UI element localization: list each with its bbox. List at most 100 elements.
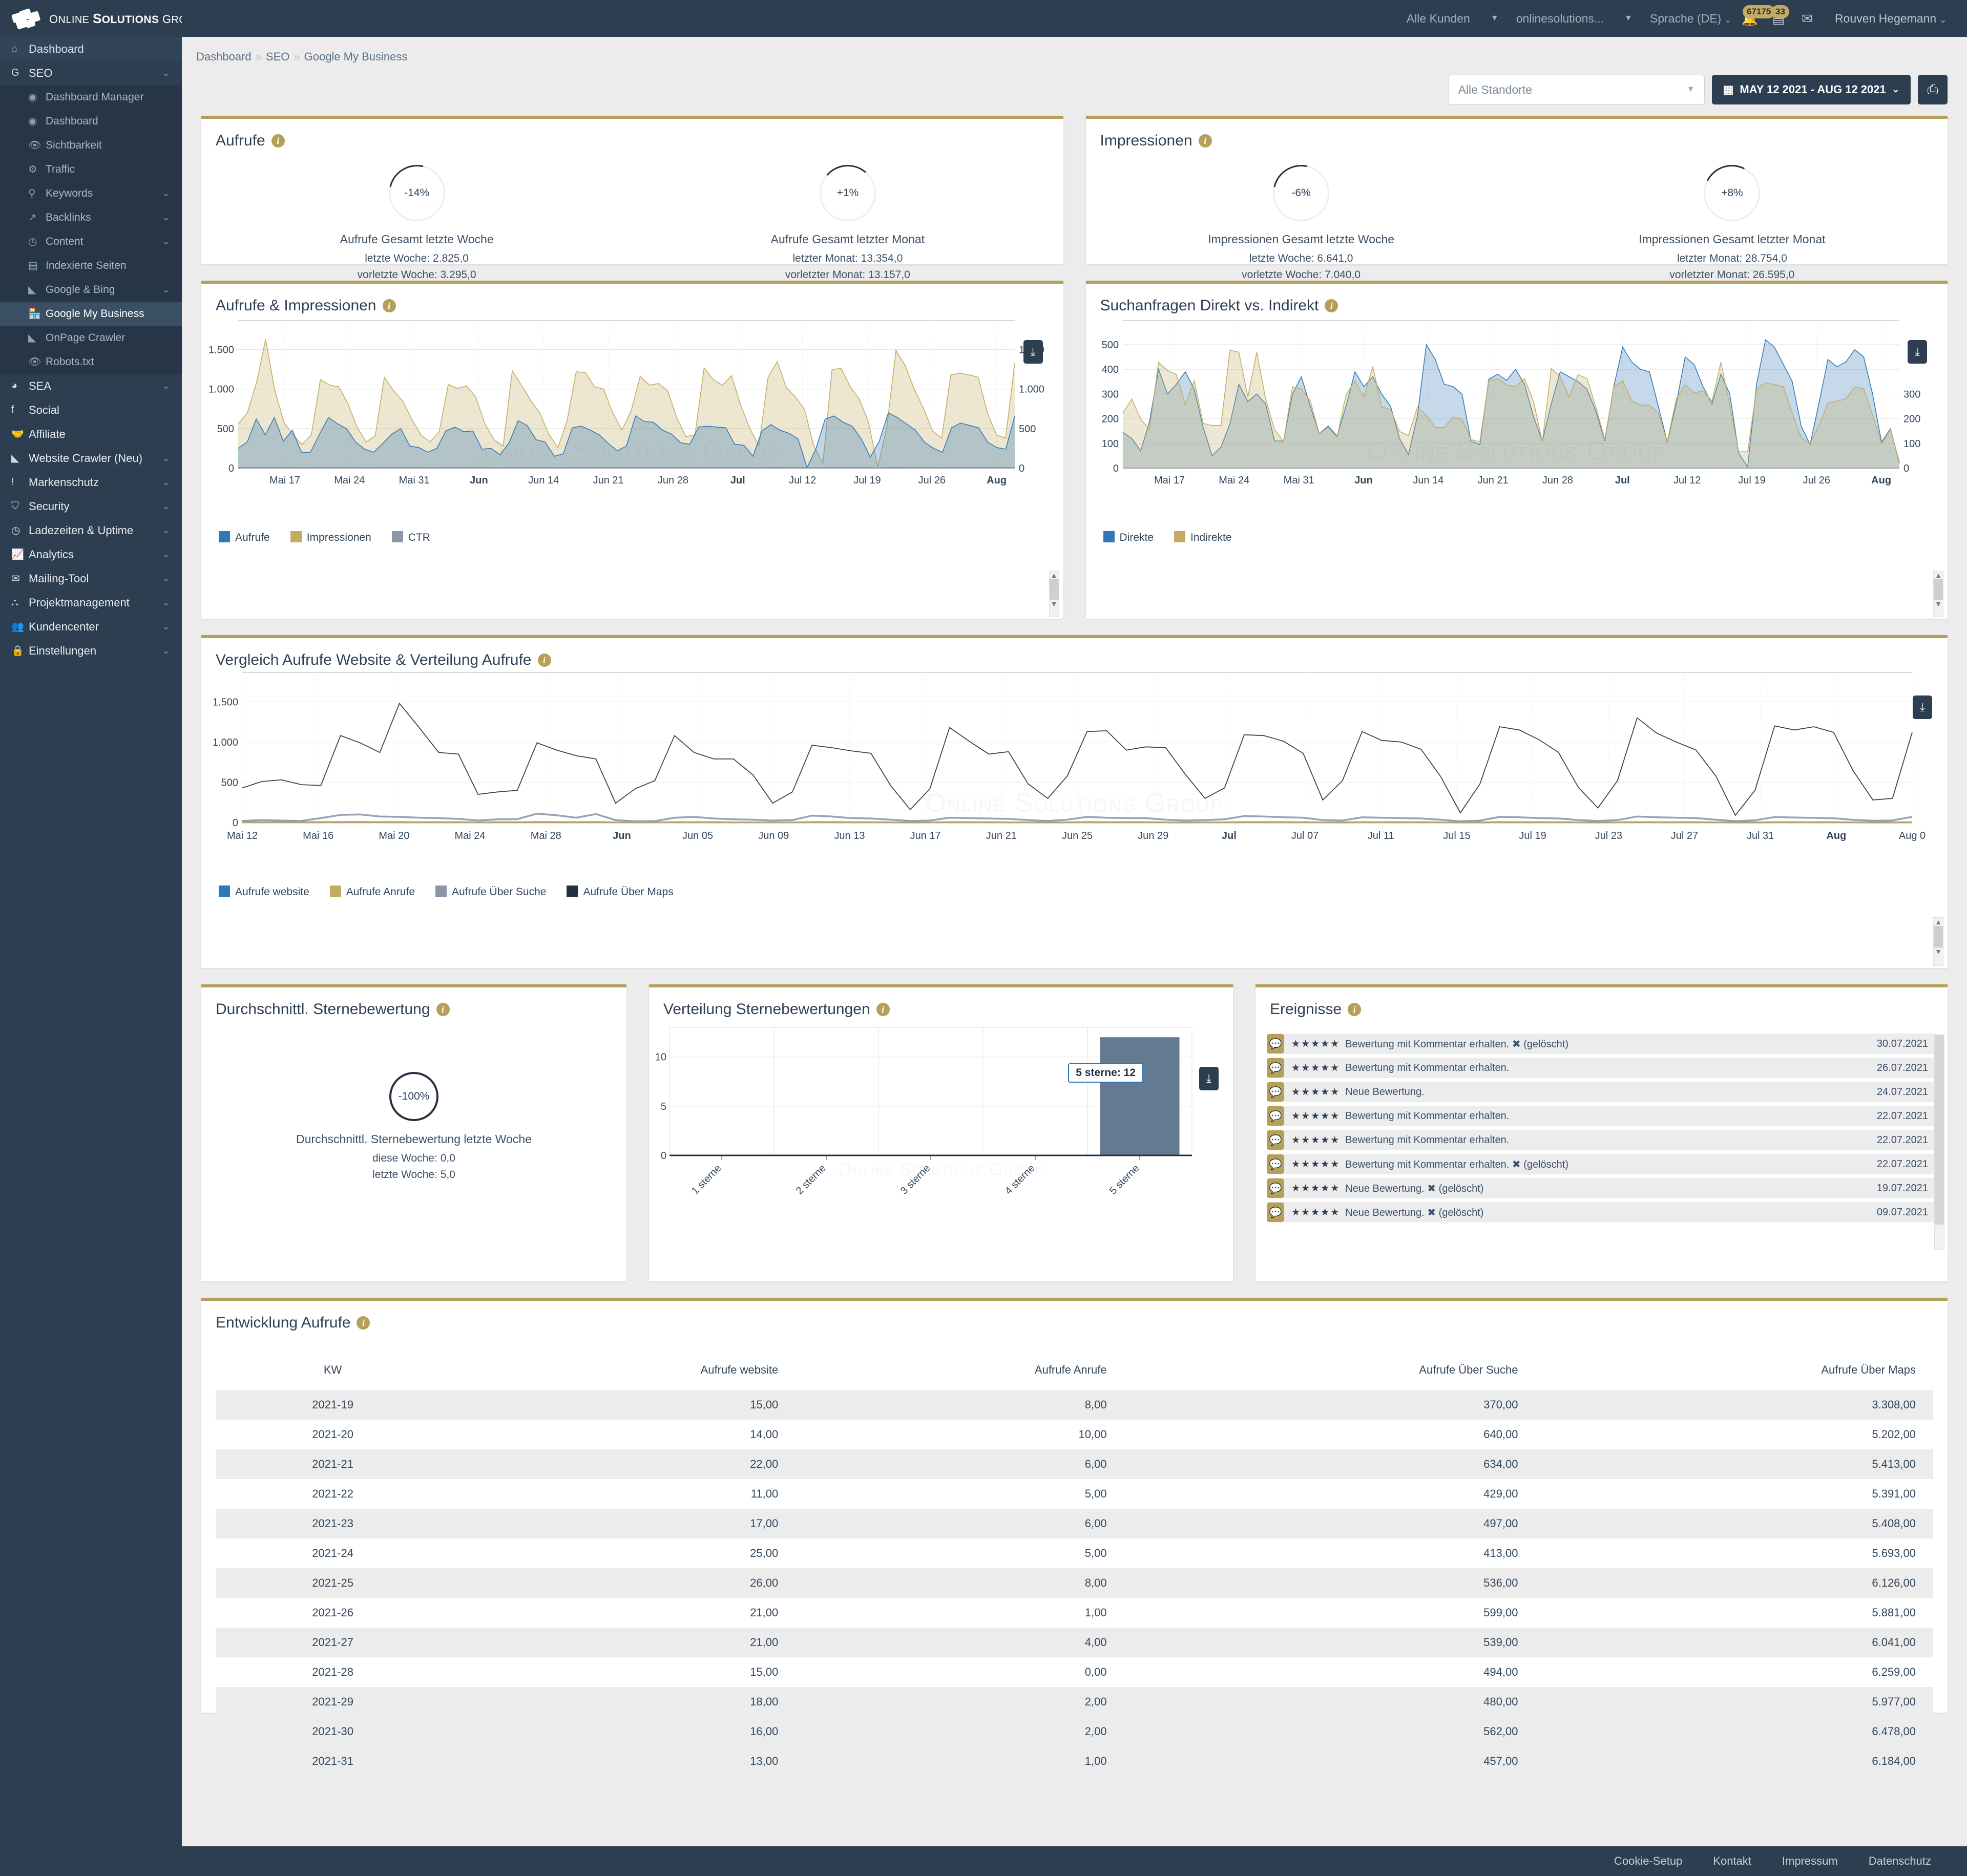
sidebar-item-onpage-crawler[interactable]: ◣ OnPage Crawler xyxy=(0,326,182,350)
sidebar-item-markenschutz[interactable]: ! Markenschutz ⌄ xyxy=(0,470,182,494)
scroll-up-icon[interactable]: ▲ xyxy=(1934,571,1943,579)
chevron-down-icon[interactable]: ⌄ xyxy=(157,477,175,488)
customer-selector[interactable]: Alle Kunden ▼ xyxy=(1407,12,1499,26)
scroll-down-icon[interactable]: ▼ xyxy=(1050,600,1059,608)
events-scrollbar[interactable] xyxy=(1934,1035,1944,1250)
sidebar-item-affiliate[interactable]: 🤝 Affiliate xyxy=(0,422,182,446)
sidebar-item-keywords[interactable]: ⚲ Keywords ⌄ xyxy=(0,181,182,205)
sidebar-item-dashboard-manager[interactable]: ◉ Dashboard Manager xyxy=(0,85,182,109)
info-icon[interactable]: i xyxy=(382,299,396,312)
event-row[interactable]: 💬 ★★★★★ Neue Bewertung. 24.07.2021 xyxy=(1267,1082,1937,1102)
event-row[interactable]: 💬 ★★★★★ Bewertung mit Kommentar erhalten. 2… xyxy=(1267,1130,1937,1150)
chevron-down-icon[interactable]: ⌄ xyxy=(157,381,175,391)
breadcrumb-dashboard[interactable]: Dashboard xyxy=(196,50,252,63)
sidebar-item-content[interactable]: ◷ Content ⌄ xyxy=(0,229,182,254)
legend-item[interactable]: Aufrufe Über Suche xyxy=(435,886,546,898)
legend-item[interactable]: Aufrufe website xyxy=(219,886,309,898)
chevron-down-icon[interactable]: ⌄ xyxy=(157,501,175,512)
event-row[interactable]: 💬 ★★★★★ Neue Bewertung. ✖ (gelöscht) 09.07.… xyxy=(1267,1202,1937,1222)
download-chart2-button[interactable]: ⤓ xyxy=(1908,340,1927,364)
table-header-cell[interactable]: Aufrufe website xyxy=(450,1354,796,1390)
chevron-down-icon[interactable]: ⌄ xyxy=(157,574,175,584)
chevron-down-icon[interactable]: ⌄ xyxy=(157,525,175,536)
info-icon[interactable]: i xyxy=(1325,299,1338,312)
date-range-button[interactable]: ▦ MAY 12 2021 - AUG 12 2021 ⌄ xyxy=(1711,75,1911,104)
chevron-down-icon[interactable]: ⌄ xyxy=(157,550,175,560)
legend-item[interactable]: Impressionen xyxy=(290,531,371,544)
location-select[interactable]: Alle Standorte ▼ xyxy=(1448,75,1705,104)
table-header-cell[interactable]: Aufrufe Über Maps xyxy=(1535,1354,1933,1390)
scroll-down-icon[interactable]: ▼ xyxy=(1934,947,1943,956)
language-selector[interactable]: Sprache (DE) ⌄ xyxy=(1650,12,1731,26)
chevron-down-icon[interactable]: ⌄ xyxy=(157,622,175,632)
chevron-down-icon[interactable]: ⌄ xyxy=(157,68,175,78)
chart1-scrollbar[interactable]: ▲ ▼ xyxy=(1049,571,1059,617)
sidebar-item-mailing-tool[interactable]: ✉ Mailing-Tool ⌄ xyxy=(0,566,182,591)
sidebar-item-traffic[interactable]: ⚙ Traffic xyxy=(0,157,182,181)
project-selector[interactable]: onlinesolutions... ▼ xyxy=(1516,12,1633,26)
sidebar-item-ladezeiten-uptime[interactable]: ◷ Ladezeiten & Uptime ⌄ xyxy=(0,518,182,542)
table-header-cell[interactable]: KW xyxy=(216,1354,450,1390)
sidebar-item-indexierte-seiten[interactable]: ▤ Indexierte Seiten xyxy=(0,254,182,278)
legend-item[interactable]: CTR xyxy=(391,531,430,544)
sidebar-item-sichtbarkeit[interactable]: 👁 Sichtbarkeit xyxy=(0,133,182,157)
info-icon[interactable]: i xyxy=(1348,1003,1362,1016)
sidebar-item-dashboard[interactable]: ◉ Dashboard xyxy=(0,109,182,133)
chevron-down-icon[interactable]: ⌄ xyxy=(157,188,175,199)
chevron-down-icon[interactable]: ⌄ xyxy=(157,598,175,608)
event-row[interactable]: 💬 ★★★★★ Bewertung mit Kommentar erhalten. … xyxy=(1267,1154,1937,1174)
info-icon[interactable]: i xyxy=(537,654,551,667)
sidebar-item-security[interactable]: ⛉ Security ⌄ xyxy=(0,494,182,518)
info-icon[interactable]: i xyxy=(436,1003,450,1016)
scroll-down-icon[interactable]: ▼ xyxy=(1934,600,1943,608)
print-report-button[interactable]: ⎙ xyxy=(1918,75,1948,104)
download-bar-button[interactable]: ⤓ xyxy=(1199,1067,1219,1090)
legend-item[interactable]: Aufrufe Über Maps xyxy=(567,886,674,898)
chevron-down-icon[interactable]: ⌄ xyxy=(157,285,175,295)
brand-logo[interactable]: ONLINE SOLUTIONS GROUP® xyxy=(0,0,206,37)
table-header-cell[interactable]: Aufrufe Über Suche xyxy=(1124,1354,1536,1390)
messages-button[interactable]: ✉ xyxy=(1793,6,1822,31)
event-row[interactable]: 💬 ★★★★★ Bewertung mit Kommentar erhalten. 2… xyxy=(1267,1106,1937,1126)
footer-link-cookie-setup[interactable]: Cookie-Setup xyxy=(1614,1854,1682,1868)
sidebar-item-einstellungen[interactable]: 🔒 Einstellungen ⌄ xyxy=(0,639,182,663)
legend-item[interactable]: Direkte xyxy=(1103,531,1154,544)
sidebar-item-seo[interactable]: G SEO ⌄ xyxy=(0,61,182,85)
footer-link-datenschutz[interactable]: Datenschutz xyxy=(1869,1854,1931,1868)
event-row[interactable]: 💬 ★★★★★ Bewertung mit Kommentar erhalten. … xyxy=(1267,1034,1937,1054)
info-icon[interactable]: i xyxy=(1198,134,1212,147)
sidebar-item-dashboard[interactable]: ⌂ Dashboard xyxy=(0,37,182,61)
event-row[interactable]: 💬 ★★★★★ Neue Bewertung. ✖ (gelöscht) 19.07.… xyxy=(1267,1178,1937,1198)
chevron-down-icon[interactable]: ⌄ xyxy=(157,237,175,247)
bar[interactable] xyxy=(1100,1037,1180,1155)
tasks-button[interactable]: ▤ 33 xyxy=(1764,5,1793,31)
sidebar-item-kundencenter[interactable]: 👥 Kundencenter ⌄ xyxy=(0,615,182,639)
sidebar-item-projektmanagement[interactable]: ⛬ Projektmanagement ⌄ xyxy=(0,591,182,615)
download-chart3-button[interactable]: ⤓ xyxy=(1913,695,1932,719)
legend-item[interactable]: Indirekte xyxy=(1174,531,1232,544)
info-icon[interactable]: i xyxy=(876,1003,890,1016)
sidebar-item-social[interactable]: f Social xyxy=(0,398,182,422)
sidebar-item-google-bing[interactable]: ◣ Google & Bing ⌄ xyxy=(0,278,182,302)
chart2-scrollbar[interactable]: ▲ ▼ xyxy=(1933,571,1943,617)
chevron-down-icon[interactable]: ⌄ xyxy=(157,453,175,463)
event-row[interactable]: 💬 ★★★★★ Bewertung mit Kommentar erhalten. 2… xyxy=(1267,1058,1937,1078)
user-menu[interactable]: Rouven Hegemann ⌄ xyxy=(1835,12,1947,26)
chart3-scrollbar[interactable]: ▲ ▼ xyxy=(1933,917,1943,966)
legend-item[interactable]: Aufrufe Anrufe xyxy=(329,886,415,898)
breadcrumb-gmb[interactable]: Google My Business xyxy=(304,50,408,63)
sidebar-item-robots-txt[interactable]: 👁 Robots.txt xyxy=(0,350,182,374)
sidebar-item-backlinks[interactable]: ↗ Backlinks ⌄ xyxy=(0,205,182,229)
download-chart1-button[interactable]: ⤓ xyxy=(1023,340,1043,364)
chevron-down-icon[interactable]: ⌄ xyxy=(157,646,175,656)
scroll-up-icon[interactable]: ▲ xyxy=(1050,571,1059,579)
footer-link-impressum[interactable]: Impressum xyxy=(1782,1854,1838,1868)
sidebar-item-analytics[interactable]: 📈 Analytics ⌄ xyxy=(0,542,182,566)
info-icon[interactable]: i xyxy=(271,134,285,147)
sidebar-item-google-my-business[interactable]: 🏪 Google My Business xyxy=(0,302,182,326)
table-header-cell[interactable]: Aufrufe Anrufe xyxy=(796,1354,1124,1390)
legend-item[interactable]: Aufrufe xyxy=(219,531,270,544)
breadcrumb-seo[interactable]: SEO xyxy=(266,50,289,63)
sidebar-item-website-crawler-neu[interactable]: ◣ Website Crawler (Neu) ⌄ xyxy=(0,446,182,470)
scroll-up-icon[interactable]: ▲ xyxy=(1934,918,1943,926)
